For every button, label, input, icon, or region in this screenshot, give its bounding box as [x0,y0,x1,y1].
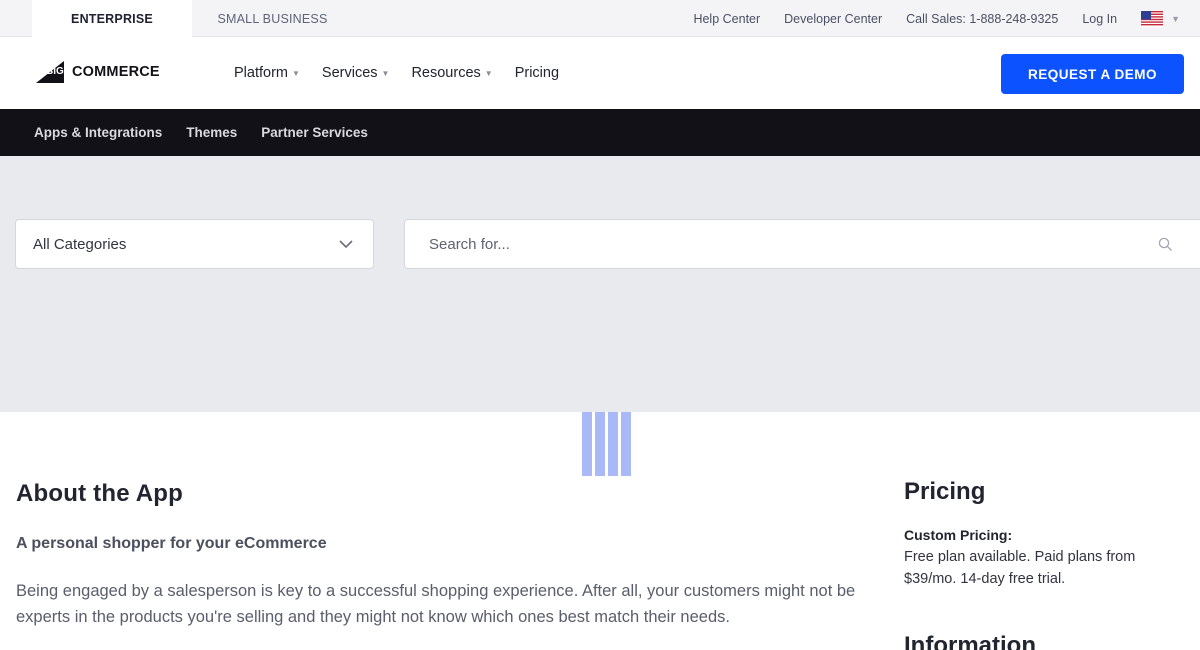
chevron-down-icon [339,240,353,249]
nav-label: Platform [234,65,288,81]
pricing-heading: Pricing [904,478,986,505]
search-input[interactable]: Search for... [404,219,1200,269]
request-demo-button[interactable]: REQUEST A DEMO [1001,54,1184,94]
main-header: BIG COMMERCE Platform ▼ Services ▼ Resou… [0,37,1200,109]
about-app-body: Being engaged by a salesperson is key to… [16,582,856,626]
search-icon[interactable] [1158,237,1173,252]
tab-enterprise[interactable]: ENTERPRISE [32,0,192,38]
utility-bar: ENTERPRISE SMALL BUSINESS Help Center De… [0,0,1200,38]
loader-bar [608,412,618,476]
nav-pricing[interactable]: Pricing [515,65,559,81]
loading-indicator-icon [582,412,634,476]
search-placeholder: Search for... [429,235,510,253]
category-select-value: All Categories [33,235,127,253]
loader-bar [582,412,592,476]
logo-text: COMMERCE [72,64,160,80]
chevron-down-icon: ▼ [292,69,300,78]
nav-label: Pricing [514,65,560,81]
subnav-partner-services[interactable]: Partner Services [261,125,368,140]
locale-selector[interactable]: ▼ [1141,10,1180,27]
chevron-down-icon: ▼ [1171,13,1180,24]
nav-platform[interactable]: Platform ▼ [234,65,300,81]
nav-resources[interactable]: Resources ▼ [411,65,492,81]
loader-bar [621,412,631,476]
utility-links: Help Center Developer Center Call Sales:… [693,0,1180,37]
nav-label: Services [321,65,378,81]
main-nav: Platform ▼ Services ▼ Resources ▼ Pricin… [234,37,559,109]
tab-small-business[interactable]: SMALL BUSINESS [200,0,345,37]
category-select[interactable]: All Categories [15,219,374,269]
pricing-description: Free plan available. Paid plans from $39… [904,549,1136,587]
us-flag-icon [1141,10,1164,27]
subnav-apps-integrations[interactable]: Apps & Integrations [34,125,162,140]
chevron-down-icon: ▼ [381,69,390,78]
about-app-subtitle: A personal shopper for your eCommerce [16,535,327,552]
call-sales-link[interactable]: Call Sales: 1-888-248-9325 [906,12,1058,26]
logo-big-text: BIG [46,66,64,77]
log-in-link[interactable]: Log In [1082,12,1117,26]
chevron-down-icon: ▼ [484,69,493,78]
subnav-themes[interactable]: Themes [186,125,237,140]
about-app-heading: About the App [16,480,184,507]
information-heading: Information [904,632,1036,650]
bigcommerce-logo[interactable]: BIG COMMERCE [34,57,160,87]
loader-bar [595,412,605,476]
nav-services[interactable]: Services ▼ [322,65,390,81]
marketplace-subnav: Apps & Integrations Themes Partner Servi… [0,109,1200,156]
pricing-label: Custom Pricing: [904,527,1013,543]
developer-center-link[interactable]: Developer Center [784,12,882,26]
nav-label: Resources [411,65,481,81]
help-center-link[interactable]: Help Center [693,12,760,26]
search-band: All Categories Search for... [0,156,1200,412]
